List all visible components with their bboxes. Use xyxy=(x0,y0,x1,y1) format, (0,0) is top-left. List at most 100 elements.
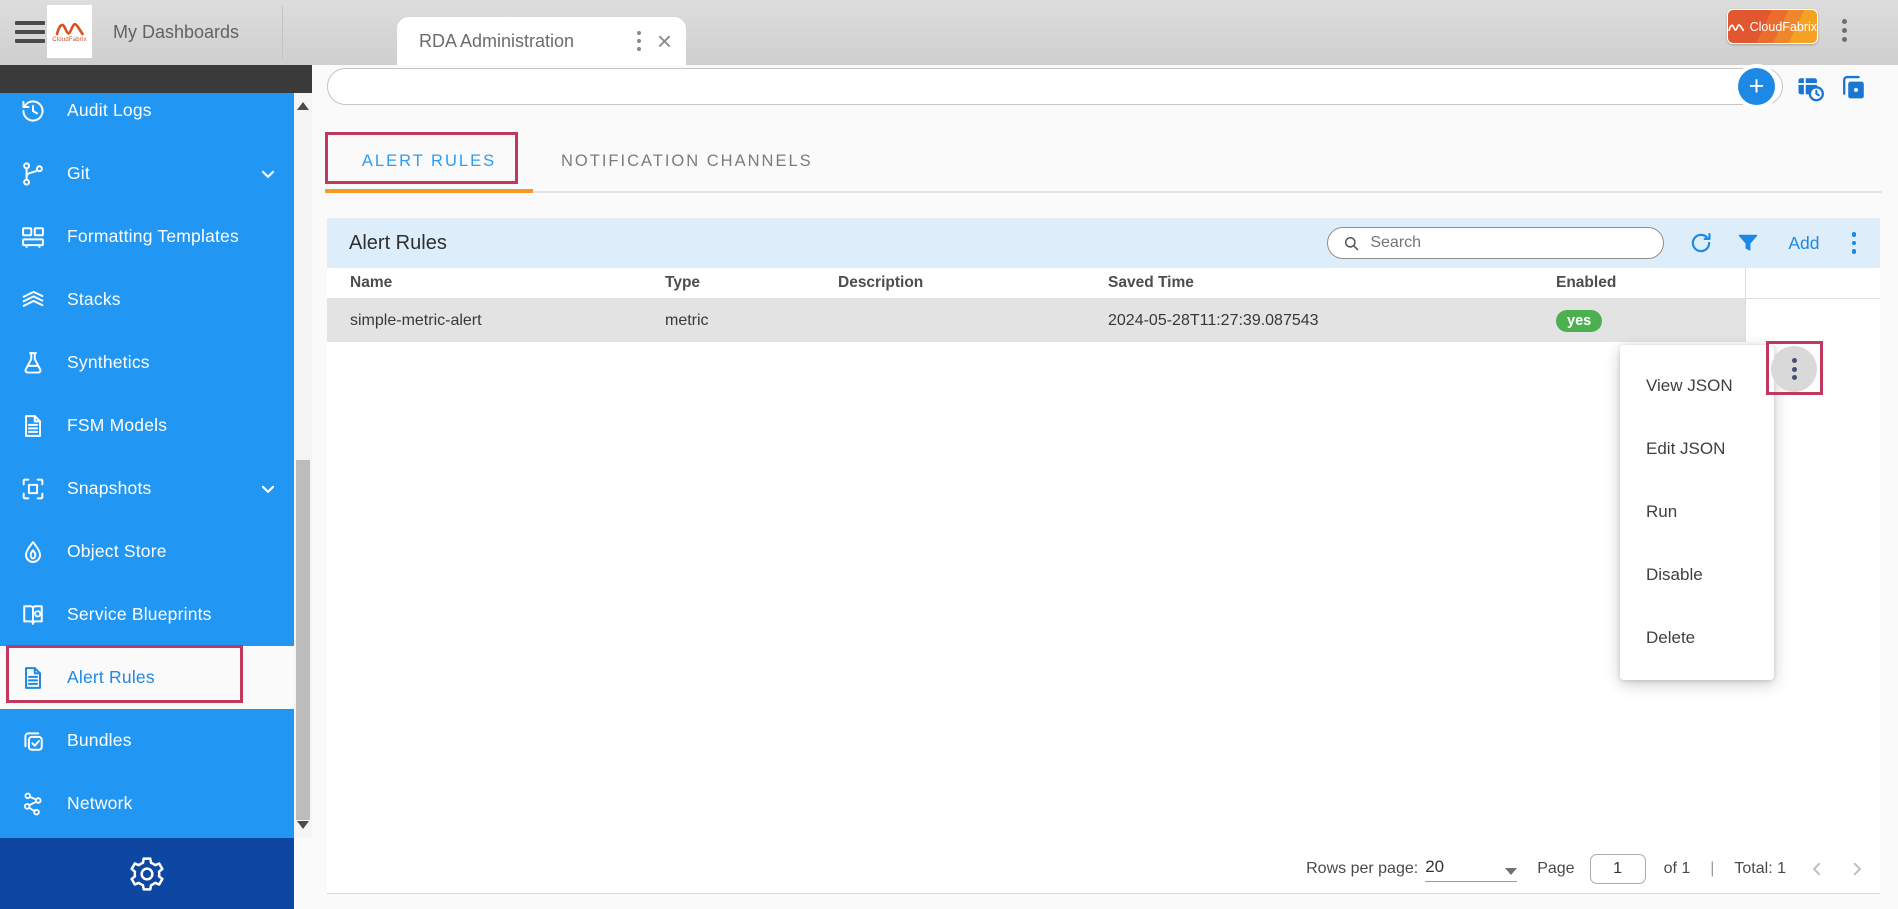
select-caret-icon xyxy=(1505,868,1517,875)
cell-enabled: yes xyxy=(1556,310,1745,332)
row-actions-kebab-button[interactable] xyxy=(1771,346,1817,392)
enabled-badge: yes xyxy=(1556,310,1602,332)
sidebar-item-fsm-models[interactable]: FSM Models xyxy=(0,394,294,457)
add-alert-rule-button[interactable]: Add xyxy=(1788,233,1819,254)
sidebar-top-band xyxy=(0,65,312,93)
scroll-down-icon[interactable] xyxy=(297,821,309,829)
sidebar-item-label: Git xyxy=(67,163,90,184)
brand-label: CloudFabrix xyxy=(1750,20,1817,34)
scrollbar-thumb[interactable] xyxy=(296,460,310,820)
sidebar-item-service-blueprints[interactable]: Service Blueprints xyxy=(0,583,294,646)
flask-icon xyxy=(19,349,47,377)
page-label: Page xyxy=(1537,860,1574,878)
sidebar-item-snapshots[interactable]: Snapshots xyxy=(0,457,294,520)
menu-item-run[interactable]: Run xyxy=(1620,480,1774,543)
sidebar-nav: Audit Logs Git xyxy=(0,93,294,838)
panel-menu-icon[interactable] xyxy=(1852,232,1857,254)
cell-name: simple-metric-alert xyxy=(350,312,665,330)
search-icon xyxy=(1342,234,1361,253)
sidebar-item-label: FSM Models xyxy=(67,415,167,436)
sidebar-item-audit-logs[interactable]: Audit Logs xyxy=(0,93,294,142)
tab-close-icon[interactable]: × xyxy=(657,31,672,51)
table-header: Name Type Description Saved Time Enabled xyxy=(327,268,1880,299)
chevron-down-icon[interactable] xyxy=(258,479,278,499)
table-search-input[interactable] xyxy=(1370,234,1651,252)
stacks-icon xyxy=(19,286,47,314)
menu-item-disable[interactable]: Disable xyxy=(1620,543,1774,606)
column-header-description: Description xyxy=(838,274,1108,292)
filter-icon[interactable] xyxy=(1736,231,1760,255)
prev-page-icon[interactable] xyxy=(1808,860,1826,878)
sidebar-item-label: Alert Rules xyxy=(67,667,155,688)
menu-item-view-json[interactable]: View JSON xyxy=(1620,354,1774,417)
scroll-up-icon[interactable] xyxy=(297,102,309,110)
sidebar-item-stacks[interactable]: Stacks xyxy=(0,268,294,331)
next-page-icon[interactable] xyxy=(1848,860,1866,878)
page-input[interactable] xyxy=(1590,854,1646,884)
table-search[interactable] xyxy=(1327,227,1664,259)
topbar-menu-icon[interactable] xyxy=(1842,19,1847,42)
row-actions-menu: View JSON Edit JSON Run Disable Delete xyxy=(1620,345,1774,680)
sidebar-item-label: Synthetics xyxy=(67,352,150,373)
tab-rda-administration[interactable]: RDA Administration × xyxy=(397,17,686,65)
settings-gear-icon[interactable] xyxy=(127,854,167,894)
network-nodes-icon xyxy=(19,790,47,818)
tab-label: ALERT RULES xyxy=(362,152,496,171)
top-bar: CloudFabrix My Dashboards RDA Administra… xyxy=(0,0,1898,65)
report-history-icon[interactable] xyxy=(1795,73,1825,103)
column-header-enabled: Enabled xyxy=(1556,274,1745,292)
rows-per-page-select[interactable]: 20 xyxy=(1425,857,1517,882)
hamburger-menu-icon[interactable] xyxy=(15,21,45,48)
document-icon xyxy=(19,664,47,692)
bundles-check-icon xyxy=(19,727,47,755)
kebab-icon xyxy=(1792,358,1797,380)
pagination: Rows per page: 20 Page of 1 | Total: 1 xyxy=(1306,854,1866,884)
my-dashboards-label[interactable]: My Dashboards xyxy=(113,0,239,65)
sidebar-item-object-store[interactable]: Object Store xyxy=(0,520,294,583)
menu-item-delete[interactable]: Delete xyxy=(1620,606,1774,669)
sidebar-item-label: Formatting Templates xyxy=(67,226,239,247)
chevron-down-icon[interactable] xyxy=(258,164,278,184)
sidebar-item-synthetics[interactable]: Synthetics xyxy=(0,331,294,394)
panel-toolbar: Add xyxy=(1327,227,1856,259)
column-header-type: Type xyxy=(665,274,838,292)
sidebar-item-alert-rules[interactable]: Alert Rules xyxy=(0,646,294,709)
add-dashboard-button[interactable]: + xyxy=(1738,68,1775,105)
column-header-actions xyxy=(1745,268,1880,298)
cloudfabrix-logo[interactable]: CloudFabrix xyxy=(47,5,92,58)
pagination-divider: | xyxy=(1710,860,1714,878)
blueprint-book-icon xyxy=(19,601,47,629)
sidebar-item-label: Snapshots xyxy=(67,478,152,499)
sidebar-item-git[interactable]: Git xyxy=(0,142,294,205)
cell-actions xyxy=(1745,299,1880,342)
rows-per-page-label: Rows per page: xyxy=(1306,860,1418,878)
cloudfabrix-brand-button[interactable]: CloudFabrix xyxy=(1727,9,1818,44)
menu-item-edit-json[interactable]: Edit JSON xyxy=(1620,417,1774,480)
formatting-templates-icon xyxy=(19,223,47,251)
sidebar-item-formatting-templates[interactable]: Formatting Templates xyxy=(0,205,294,268)
brand-logo-icon xyxy=(1728,21,1745,33)
sidebar-footer xyxy=(0,838,294,909)
logo-caption: CloudFabrix xyxy=(52,37,87,43)
document-icon xyxy=(19,412,47,440)
tab-notification-channels[interactable]: NOTIFICATION CHANNELS xyxy=(533,131,841,191)
sidebar-item-label: Stacks xyxy=(67,289,121,310)
main-content: + ALERT RULES NOTIFICATION CHANNELS xyxy=(312,65,1898,909)
history-icon xyxy=(19,97,47,125)
logo-mark-icon xyxy=(55,20,85,36)
snapshots-icon xyxy=(19,475,47,503)
refresh-icon[interactable] xyxy=(1688,230,1714,256)
cell-type: metric xyxy=(665,312,838,330)
sidebar-scrollbar[interactable] xyxy=(294,93,312,838)
table-row[interactable]: simple-metric-alert metric 2024-05-28T11… xyxy=(327,299,1880,342)
column-header-saved-time: Saved Time xyxy=(1108,274,1556,292)
copy-dashboard-icon[interactable] xyxy=(1839,73,1869,103)
panel-title: Alert Rules xyxy=(349,232,447,255)
git-branch-icon xyxy=(19,160,47,188)
tab-menu-icon[interactable] xyxy=(637,31,641,51)
tab-alert-rules[interactable]: ALERT RULES xyxy=(325,131,533,191)
sidebar-item-network[interactable]: Network xyxy=(0,772,294,835)
sidebar-item-bundles[interactable]: Bundles xyxy=(0,709,294,772)
dashboard-search-input[interactable] xyxy=(327,68,1783,105)
flame-icon xyxy=(19,538,47,566)
